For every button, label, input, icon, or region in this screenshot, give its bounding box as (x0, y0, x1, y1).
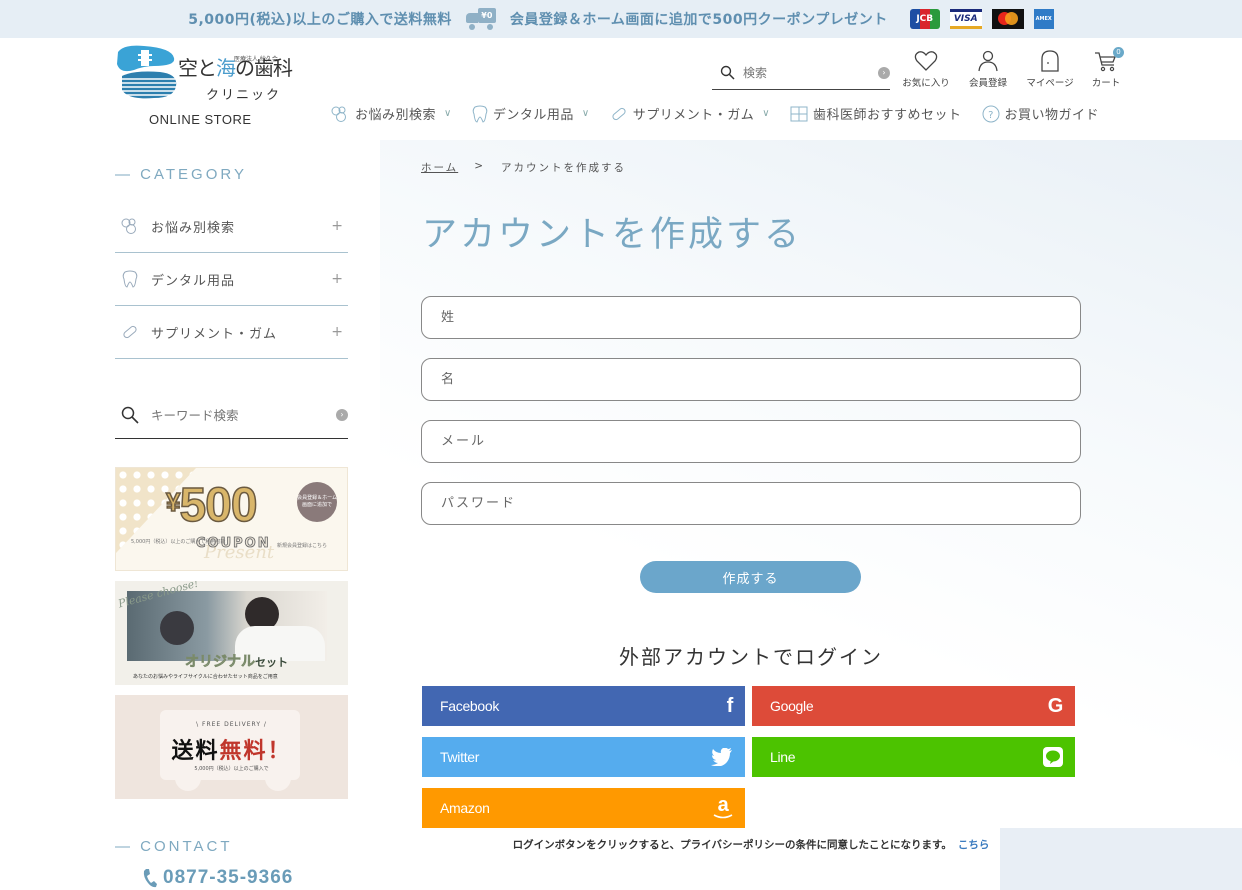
keyword-search: › (115, 392, 348, 439)
register-form (421, 296, 1081, 544)
keyword-search-input[interactable] (151, 407, 321, 423)
expand-icon[interactable]: + (331, 218, 344, 234)
gift-icon (790, 106, 808, 121)
cart-link[interactable]: 0 カート (1084, 47, 1128, 89)
header-search: › (712, 56, 890, 90)
header-search-input[interactable] (743, 65, 863, 80)
nav-dental-goods[interactable]: デンタル用品 ∨ (472, 104, 590, 123)
category-list: お悩み別検索 + デンタル用品 + サプリメント・ガム + (115, 200, 348, 359)
main-nav: お悩み別検索 ∨ デンタル用品 ∨ サプリメント・ガム ∨ 歯科医師おすすめセット ?… (330, 104, 1099, 123)
chevron-down-icon: ∨ (762, 108, 771, 119)
privacy-notice: ログインボタンをクリックすると、プライバシーポリシーの条件に同意したことになりま… (512, 839, 990, 851)
search-submit-icon[interactable]: › (336, 409, 348, 421)
category-item[interactable]: お悩み別検索 + (115, 200, 348, 253)
mypage-link[interactable]: マイページ (1022, 50, 1078, 89)
expand-icon[interactable]: + (331, 324, 344, 340)
header-icons: お気に入り 会員登録 マイページ 0 カート (898, 47, 1128, 89)
logo-name: 空と海の歯科 (178, 56, 293, 80)
first-name-input[interactable] (441, 372, 1080, 387)
capsule-icon (119, 323, 141, 341)
chevron-down-icon: ∨ (581, 108, 590, 119)
privacy-link[interactable]: こちら (958, 839, 990, 851)
category-item[interactable]: サプリメント・ガム + (115, 306, 348, 359)
email-field (421, 420, 1081, 463)
visa-icon: VISA (949, 9, 982, 29)
favorites-link[interactable]: お気に入り (898, 50, 954, 89)
facebook-icon: f (726, 694, 734, 717)
nav-shopping-guide[interactable]: ? お買い物ガイド (982, 104, 1100, 123)
last-name-input[interactable] (441, 310, 1080, 325)
search-icon (720, 65, 735, 80)
facebook-login-button[interactable]: Facebook f (422, 686, 745, 726)
mastercard-icon (991, 9, 1024, 29)
line-login-button[interactable]: Line (752, 737, 1075, 777)
announcement-bar: 5,000円(税込)以上のご購入で送料無料 ¥0 会員登録＆ホーム画面に追加で5… (0, 0, 1242, 38)
category-item[interactable]: デンタル用品 + (115, 253, 348, 306)
email-input[interactable] (441, 434, 1080, 449)
phone-icon (143, 869, 157, 888)
password-input[interactable] (441, 496, 1080, 511)
search-icon (121, 406, 139, 424)
tooth-icon (472, 105, 488, 123)
truck-icon: ¥0 (465, 8, 496, 30)
coupon-badge: 会員登録＆ホーム画面に追加で (297, 482, 337, 522)
google-icon: G (1047, 694, 1064, 717)
jcb-icon: JCB (909, 9, 940, 29)
breadcrumb-home[interactable]: ホーム (421, 160, 458, 175)
breadcrumb: ホーム > アカウントを作成する (421, 160, 626, 175)
password-field (421, 482, 1081, 525)
chevron-down-icon: ∨ (444, 108, 452, 119)
nav-supplements[interactable]: サプリメント・ガム ∨ (610, 104, 770, 123)
tooth-icon (119, 270, 141, 288)
phone-link[interactable]: 0877-35-9366 (142, 867, 293, 889)
svg-text:?: ? (988, 110, 994, 121)
twitter-login-button[interactable]: Twitter (422, 737, 745, 777)
google-login-button[interactable]: Google G (752, 686, 1075, 726)
first-name-field (421, 358, 1081, 401)
cart-count-badge: 0 (1113, 47, 1124, 58)
expand-icon[interactable]: + (331, 271, 344, 287)
question-icon: ? (982, 105, 1000, 122)
logo-name-line2: クリニック (206, 88, 282, 103)
coupon-message: 会員登録＆ホーム画面に追加で500円クーポンプレゼント (509, 12, 888, 28)
register-link[interactable]: 会員登録 (960, 50, 1016, 89)
capsule-icon (612, 107, 626, 120)
original-set-banner[interactable]: Please choose! オリジナルセット あなたのお悩みやライフサイクルに… (115, 581, 348, 685)
site-logo[interactable]: 医療法人 紗久会 空と海の歯科 クリニック ONLINE STORE (114, 44, 294, 134)
shipping-message: 5,000円(税込)以上のご購入で送料無料 (188, 12, 452, 28)
external-login-heading: 外部アカウントでログイン (619, 645, 883, 669)
amazon-login-button[interactable]: Amazon a (422, 788, 745, 828)
amazon-icon: a (713, 795, 733, 820)
door-icon (1041, 50, 1059, 72)
last-name-field (421, 296, 1081, 339)
breadcrumb-current: アカウントを作成する (501, 162, 626, 174)
logo-mark-icon (117, 45, 177, 99)
bubbles-icon (331, 106, 346, 122)
free-delivery-banner[interactable]: \ FREE DELIVERY / 送料無料！ 5,000円（税込）以上のご購入… (115, 695, 348, 799)
category-heading: — CATEGORY (115, 166, 247, 183)
contact-heading: — CONTACT (115, 838, 233, 855)
line-icon (1043, 747, 1063, 767)
user-icon (978, 50, 998, 72)
page-title: アカウントを作成する (422, 215, 803, 255)
search-submit-icon[interactable]: › (878, 66, 890, 79)
bubbles-icon (119, 217, 141, 235)
twitter-icon (711, 748, 733, 766)
breadcrumb-separator: > (474, 160, 485, 172)
heart-icon (914, 51, 938, 71)
amex-icon: AMEX (1033, 9, 1054, 29)
logo-store-label: ONLINE STORE (149, 112, 252, 127)
nav-recommended-sets[interactable]: 歯科医師おすすめセット (790, 104, 962, 123)
coupon-banner[interactable]: ¥500 Present COUPON 会員登録＆ホーム画面に追加で 5,000… (115, 467, 348, 571)
create-account-button[interactable]: 作成する (640, 561, 861, 593)
payment-cards: JCB VISA AMEX (909, 9, 1054, 29)
nav-concern-search[interactable]: お悩み別検索 ∨ (330, 104, 452, 123)
